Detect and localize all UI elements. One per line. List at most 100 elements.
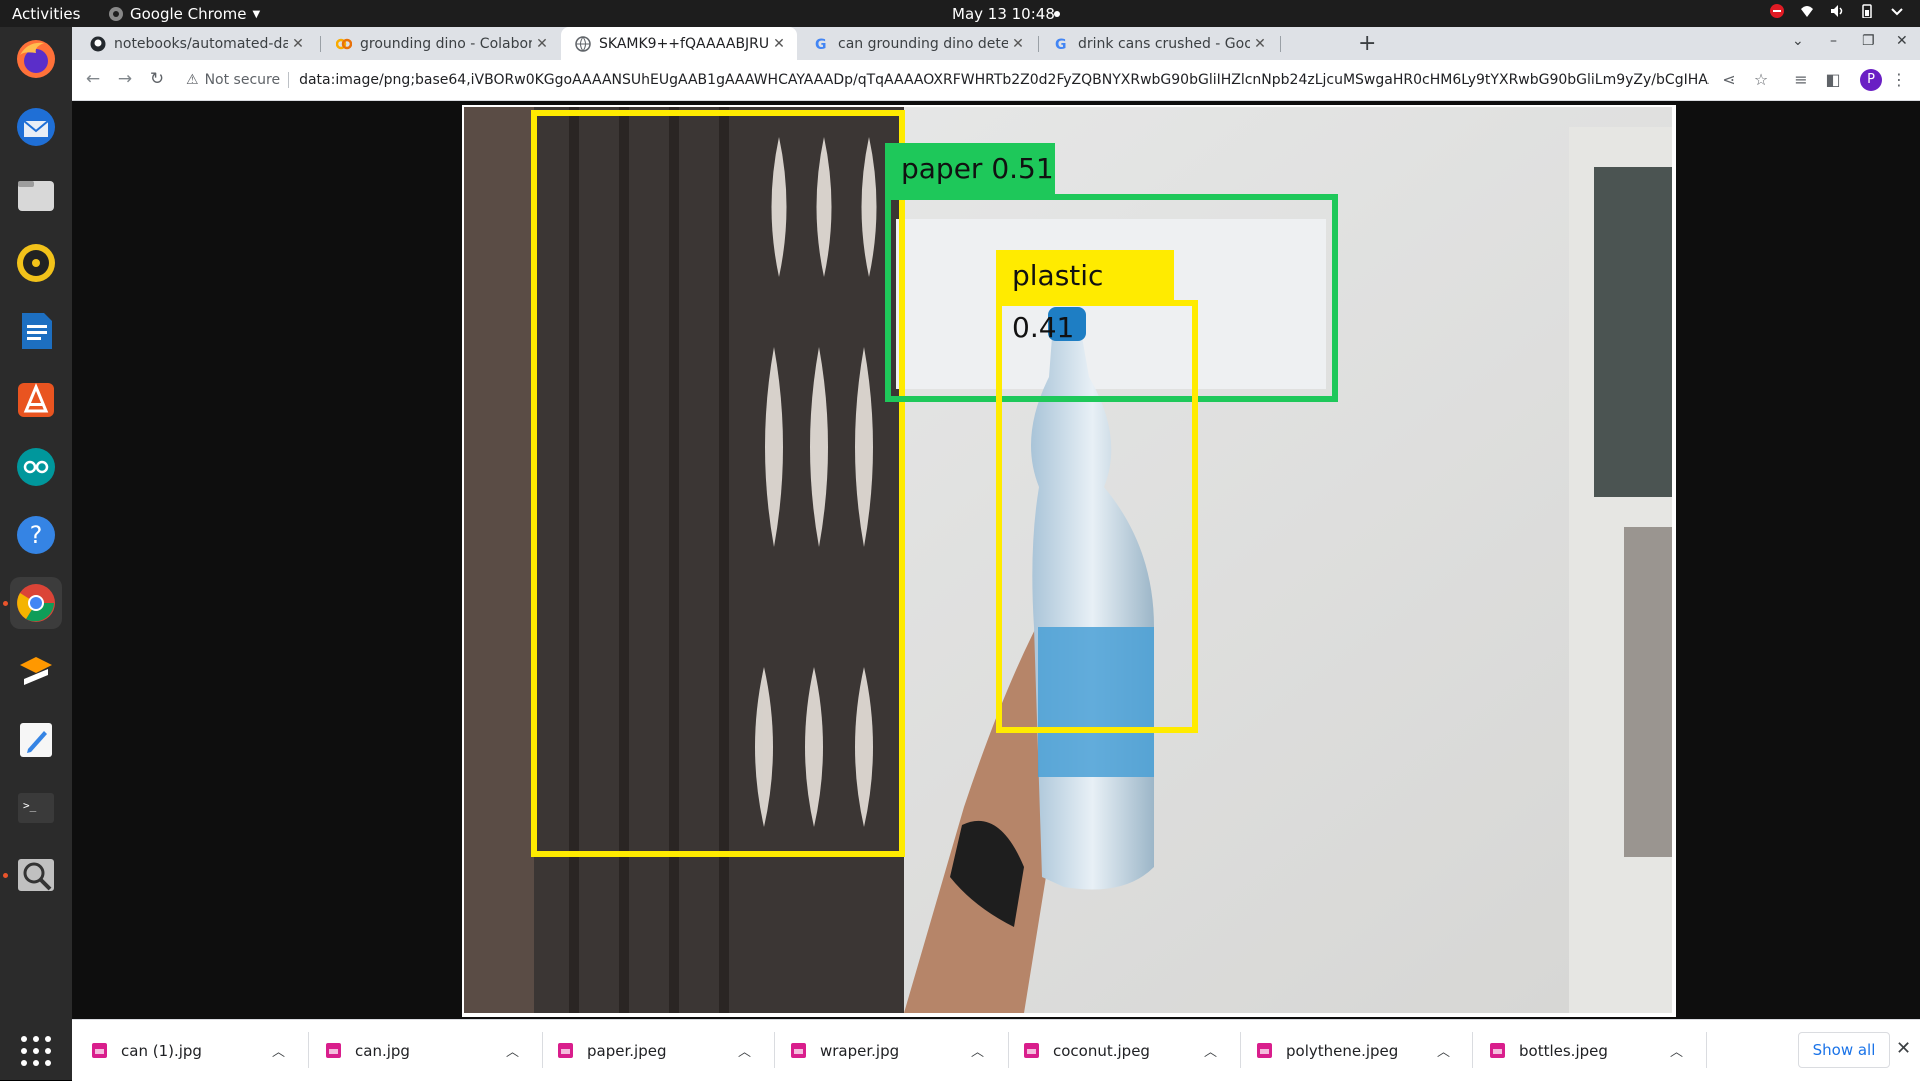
share-icon[interactable]: ⋖ — [1718, 69, 1740, 91]
github-icon — [90, 36, 106, 51]
side-panel-icon[interactable]: ◧ — [1822, 69, 1844, 91]
sublime-icon[interactable] — [10, 645, 62, 697]
svg-text:G: G — [815, 37, 827, 52]
image-file-icon — [1257, 1043, 1272, 1058]
image-viewer-icon[interactable] — [10, 849, 62, 901]
chevron-up-icon[interactable]: ︿ — [1670, 1041, 1683, 1060]
terminal-icon[interactable]: >_ — [10, 781, 62, 833]
chevron-down-icon: ▼ — [252, 8, 261, 20]
chevron-up-icon[interactable]: ︿ — [738, 1041, 751, 1060]
image-file-icon — [558, 1043, 573, 1058]
download-item[interactable]: can.jpg ︿ — [326, 1020, 536, 1081]
back-icon[interactable]: ← — [82, 68, 104, 90]
tab-title: can grounding dino detec — [838, 35, 1008, 52]
tab-colab[interactable]: grounding dino - Colabor ✕ — [322, 27, 560, 60]
thunderbird-icon[interactable] — [10, 101, 62, 153]
tab-separator — [1038, 36, 1039, 52]
divider — [1240, 1032, 1241, 1068]
svg-text:>_: >_ — [23, 799, 37, 812]
image-file-icon — [92, 1043, 107, 1058]
chevron-up-icon[interactable]: ︿ — [1437, 1041, 1450, 1060]
download-item[interactable]: paper.jpeg ︿ — [558, 1020, 768, 1081]
detection-label-plastic: plastic 0.41 — [996, 250, 1174, 344]
tab-google-search-1[interactable]: G can grounding dino detec ✕ — [800, 27, 1036, 60]
running-indicator — [3, 601, 8, 606]
firefox-icon[interactable] — [10, 33, 62, 85]
arduino-icon[interactable] — [10, 441, 62, 493]
image-file-icon — [326, 1043, 341, 1058]
download-item[interactable]: bottles.jpeg ︿ — [1490, 1020, 1700, 1081]
close-icon[interactable]: ✕ — [532, 36, 552, 52]
chevron-down-icon — [1891, 8, 1903, 16]
download-item[interactable]: polythene.jpeg ︿ — [1257, 1020, 1467, 1081]
close-icon[interactable]: ✕ — [1250, 36, 1270, 52]
reload-icon[interactable]: ↻ — [146, 68, 168, 90]
url-text[interactable]: data:image/png;base64,iVBORw0KGgoAAAANSU… — [299, 72, 1709, 88]
close-icon[interactable]: ✕ — [1896, 1038, 1911, 1059]
reading-list-icon[interactable]: ≡ — [1790, 69, 1812, 91]
google-icon: G — [1055, 37, 1067, 52]
rhythmbox-icon[interactable] — [10, 237, 62, 289]
chevron-up-icon[interactable]: ︿ — [272, 1041, 285, 1060]
download-filename: wraper.jpg — [820, 1041, 900, 1060]
tab-separator — [1280, 36, 1281, 52]
divider — [774, 1032, 775, 1068]
download-filename: can.jpg — [355, 1041, 410, 1060]
close-icon[interactable]: ✕ — [769, 36, 789, 52]
chevron-up-icon[interactable]: ︿ — [1204, 1041, 1217, 1060]
address-bar[interactable]: ⚠ Not secure data:image/png;base64,iVBOR… — [180, 65, 1840, 95]
tab-github[interactable]: notebooks/automated-da ✕ — [76, 27, 316, 60]
show-all-button[interactable]: Show all — [1798, 1032, 1890, 1068]
google-icon: G — [815, 37, 827, 52]
new-tab-button[interactable]: + — [1358, 31, 1376, 56]
software-center-icon[interactable] — [10, 373, 62, 425]
download-filename: can (1).jpg — [121, 1041, 202, 1060]
app-menu[interactable]: Google Chrome ▼ — [108, 5, 260, 23]
tab-separator — [320, 36, 321, 52]
do-not-disturb-icon — [1770, 4, 1784, 18]
warning-icon[interactable]: ⚠ — [186, 72, 199, 88]
clock[interactable]: May 13 10:48 — [952, 5, 1055, 23]
restore-icon[interactable]: ❐ — [1862, 33, 1875, 49]
show-apps-icon[interactable] — [10, 1025, 62, 1077]
image-file-icon — [791, 1043, 806, 1058]
bookmark-star-icon[interactable]: ☆ — [1750, 69, 1772, 91]
files-icon[interactable] — [10, 169, 62, 221]
detection-box-grille — [531, 110, 905, 857]
profile-avatar[interactable]: P — [1860, 69, 1882, 91]
download-item[interactable]: can (1).jpg ︿ — [92, 1020, 302, 1081]
detection-box-plastic — [996, 300, 1198, 733]
divider — [288, 72, 290, 88]
writer-icon[interactable] — [10, 305, 62, 357]
help-icon[interactable]: ? — [10, 509, 62, 561]
close-window-icon[interactable]: ✕ — [1896, 33, 1908, 49]
door-glass — [1594, 167, 1672, 497]
tab-search-icon[interactable]: ⌄ — [1792, 33, 1804, 49]
download-item[interactable]: coconut.jpeg ︿ — [1024, 1020, 1234, 1081]
activities-button[interactable]: Activities — [12, 5, 80, 23]
chrome-small-icon — [109, 7, 123, 21]
tab-image-active[interactable]: SKAMK9++fQAAAABJRU5 ✕ — [561, 27, 797, 60]
download-filename: paper.jpeg — [587, 1041, 667, 1060]
displayed-image: paper 0.51 plastic 0.41 — [462, 105, 1676, 1017]
tab-title: drink cans crushed - Goog — [1078, 35, 1250, 52]
image-file-icon — [1024, 1043, 1039, 1058]
download-item[interactable]: wraper.jpg ︿ — [791, 1020, 1001, 1081]
security-label[interactable]: Not secure — [205, 72, 281, 88]
tab-google-search-2[interactable]: G drink cans crushed - Goog ✕ — [1040, 27, 1278, 60]
downloads-bar: can (1).jpg ︿ can.jpg ︿ paper.jpeg ︿ wra… — [72, 1019, 1920, 1081]
download-filename: polythene.jpeg — [1286, 1041, 1399, 1060]
chrome-icon[interactable] — [10, 577, 62, 629]
divider — [1472, 1032, 1473, 1068]
volume-icon — [1831, 5, 1843, 17]
chevron-up-icon[interactable]: ︿ — [971, 1041, 984, 1060]
chevron-up-icon[interactable]: ︿ — [506, 1041, 519, 1060]
more-menu-icon[interactable]: ⋮ — [1888, 69, 1910, 91]
system-tray[interactable] — [1770, 4, 1904, 18]
minimize-icon[interactable]: – — [1830, 33, 1837, 49]
forward-icon[interactable]: → — [114, 68, 136, 90]
close-icon[interactable]: ✕ — [1008, 36, 1028, 52]
close-icon[interactable]: ✕ — [288, 36, 308, 52]
text-editor-icon[interactable] — [10, 713, 62, 765]
divider — [308, 1032, 309, 1068]
